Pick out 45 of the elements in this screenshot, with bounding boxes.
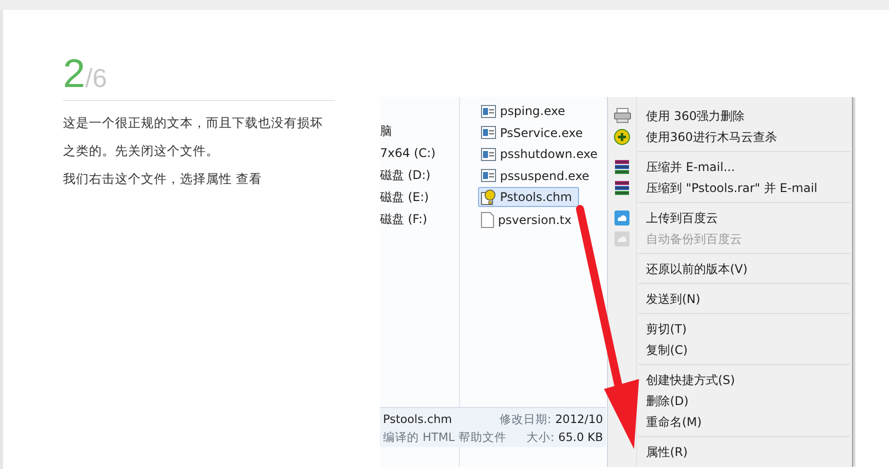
field-value: 65.0 KB: [558, 430, 603, 444]
program-icon: [481, 126, 496, 139]
help-file-icon: [481, 189, 496, 205]
file-item[interactable]: psversion.tx: [478, 210, 578, 230]
menu-item[interactable]: 剪切(T): [646, 320, 687, 338]
file-item[interactable]: Pstools.chm: [478, 187, 579, 207]
menu-item[interactable]: 使用 360强力删除: [646, 106, 745, 124]
field-value: 2012/10: [555, 412, 603, 426]
step-text: 这是一个很正规的文本，而且下载也没有损坏之类的。先关闭这个文件。: [63, 114, 324, 160]
books-icon: [614, 180, 630, 196]
plus-circle-icon: [614, 128, 630, 144]
menu-item[interactable]: 创建快捷方式(S): [646, 370, 735, 388]
document-icon: [481, 212, 494, 228]
cloud-icon: [614, 230, 630, 246]
file-item[interactable]: pssuspend.exe: [478, 166, 596, 186]
nav-item[interactable]: 磁盘 (F:): [380, 208, 459, 230]
file-item[interactable]: psping.exe: [478, 101, 572, 121]
file-name: Pstools.chm: [383, 411, 452, 428]
file-item[interactable]: psshutdown.exe: [478, 144, 605, 164]
menu-item[interactable]: 重命名(M): [646, 412, 702, 430]
field-label: 修改日期:: [499, 412, 552, 426]
nav-item[interactable]: 7x64 (C:): [380, 142, 459, 164]
program-icon: [481, 148, 496, 160]
printer-icon: [614, 108, 630, 123]
program-icon: [481, 169, 496, 182]
file-type: 编译的 HTML 帮助文件: [383, 429, 506, 446]
step-number: 2: [63, 52, 86, 96]
menu-item[interactable]: 压缩到 "Pstools.rar" 并 E-mail: [646, 178, 818, 196]
file-item[interactable]: PsService.exe: [478, 122, 590, 142]
menu-item[interactable]: 发送到(N): [646, 290, 700, 308]
menu-item[interactable]: 压缩并 E-mail...: [646, 158, 735, 176]
menu-item[interactable]: 使用360进行木马云查杀: [646, 128, 777, 146]
menu-item[interactable]: 属性(R): [646, 442, 688, 460]
nav-item[interactable]: 脑: [380, 120, 459, 142]
nav-item[interactable]: 磁盘 (D:): [380, 164, 459, 186]
books-icon: [614, 158, 630, 174]
menu-item[interactable]: 还原以前的版本(V): [646, 260, 748, 278]
menu-item[interactable]: 删除(D): [646, 392, 689, 410]
menu-item[interactable]: 上传到百度云: [646, 208, 718, 226]
field-label: 大小:: [526, 430, 554, 444]
program-icon: [481, 104, 496, 118]
menu-item[interactable]: 复制(C): [646, 340, 688, 358]
step-text: 我们右击这个文件，选择属性 查看: [63, 170, 263, 188]
cloud-icon: [614, 210, 630, 226]
nav-item[interactable]: 磁盘 (E:): [380, 186, 459, 208]
